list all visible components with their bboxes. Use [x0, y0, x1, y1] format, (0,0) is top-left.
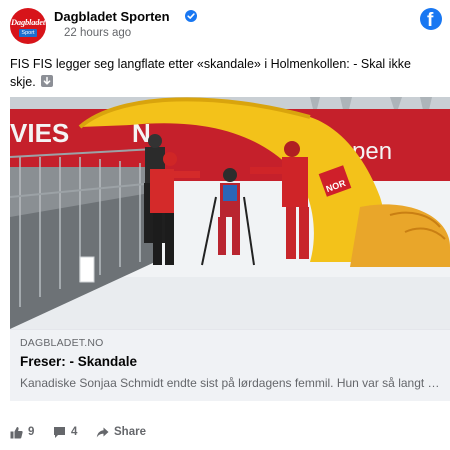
banner-left-text: VIES: [10, 118, 69, 148]
share-label: Share: [114, 426, 146, 438]
avatar-logo-text: Dagbladet: [10, 17, 46, 27]
post-message: FIS FIS legger seg langflate etter «skan…: [10, 55, 430, 91]
post-header: Dagbladet Sport Dagbladet Sporten 22 hou…: [10, 6, 442, 46]
share-arrow-icon: [96, 427, 109, 437]
page-avatar[interactable]: Dagbladet Sport: [10, 8, 46, 44]
like-count: 9: [28, 426, 35, 438]
post-message-text: FIS FIS legger seg langflate etter «skan…: [10, 57, 411, 89]
ski-finish-scene: VIES N mpen NOR: [10, 97, 450, 329]
verified-check-icon: [185, 10, 197, 22]
thumbs-up-icon: [10, 426, 23, 438]
post-photo[interactable]: VIES N mpen NOR: [10, 97, 450, 329]
link-domain: DAGBLADET.NO: [20, 337, 104, 349]
post-footer: 9 4 Share: [10, 422, 440, 442]
link-description: Kanadiske Sonjaa Schmidt endte sist på l…: [20, 376, 445, 390]
post-timestamp[interactable]: 22 hours ago: [64, 27, 131, 39]
avatar-logo-subtext: Sport: [19, 29, 37, 37]
facebook-post: Dagbladet Sport Dagbladet Sporten 22 hou…: [0, 0, 450, 450]
facebook-logo-icon[interactable]: f: [420, 8, 442, 31]
down-arrow-emoji-icon: [41, 75, 54, 87]
comment-bubble-icon: [54, 426, 65, 438]
comment-count: 4: [71, 426, 78, 438]
page-name-link[interactable]: Dagbladet Sporten: [54, 9, 170, 24]
link-preview[interactable]: DAGBLADET.NO Freser: - Skandale Kanadisk…: [10, 329, 450, 401]
comment-button[interactable]: 4: [53, 422, 77, 442]
link-title[interactable]: Freser: - Skandale: [20, 354, 137, 369]
share-button[interactable]: Share: [96, 422, 146, 442]
like-button[interactable]: 9: [10, 422, 34, 442]
